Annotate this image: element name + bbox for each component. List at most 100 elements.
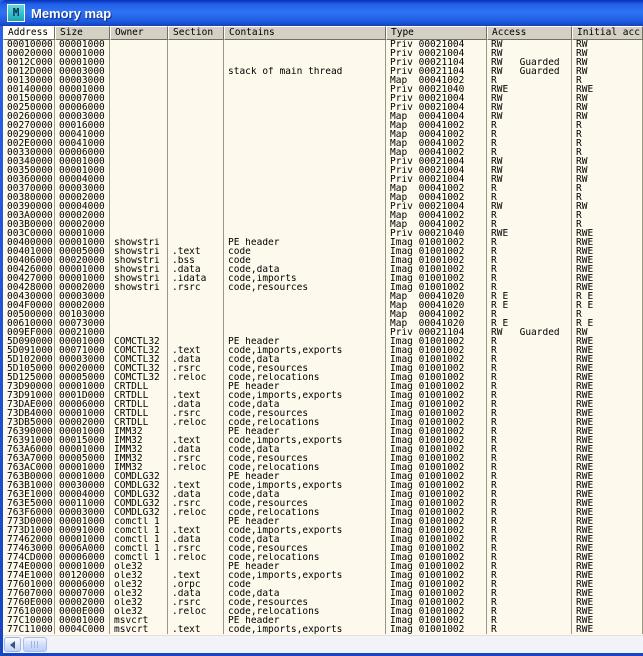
table-row[interactable]: 763E500000011000COMDLG32.rsrccode,resour… [3, 499, 643, 508]
cell-initial: RW [572, 202, 643, 211]
title-bar[interactable]: M Memory map [0, 0, 643, 26]
table-row[interactable]: 0040000000001000showstriPE headerImag 01… [3, 238, 643, 247]
table-row[interactable]: 773D100000091000comctl_1.textcode,import… [3, 526, 643, 535]
table-row[interactable]: 73D9000000001000CRTDLLPE headerImag 0100… [3, 382, 643, 391]
column-header-initial[interactable]: Initial acc [572, 26, 643, 40]
cell-initial: RWE [572, 373, 643, 382]
table-row[interactable]: 763E100000004000COMDLG32.datacode,dataIm… [3, 490, 643, 499]
table-row[interactable]: 0043000000003000Map 00041020R ER E [3, 292, 643, 301]
cell-initial: RW [572, 112, 643, 121]
column-header-access[interactable]: Access [487, 26, 572, 40]
cell-access: R [487, 463, 572, 472]
table-row[interactable]: 763F600000003000COMDLG32.reloccode,reloc… [3, 508, 643, 517]
table-row[interactable]: 763A700000005000IMM32.rsrccode,resources… [3, 454, 643, 463]
table-row[interactable]: 0040100000005000showstri.textcodeImag 01… [3, 247, 643, 256]
table-row[interactable]: 0050000000103000Map 00041002RR [3, 310, 643, 319]
table-row[interactable]: 776100000000E000ole32.reloccode,relocati… [3, 607, 643, 616]
table-row[interactable]: 774630000006A000comctl_1.rsrccode,resour… [3, 544, 643, 553]
table-row[interactable]: 003C000000001000Priv 00021040RWERWE [3, 229, 643, 238]
table-row[interactable]: 0014000000001000Priv 00021040RWERWE [3, 85, 643, 94]
table-row[interactable]: 0029000000041000Map 00041002RR [3, 130, 643, 139]
table-row[interactable]: 0042800000002000showstri.rsrccode,resour… [3, 283, 643, 292]
column-header-address[interactable]: Address [3, 26, 55, 40]
table-row[interactable]: 0035000000001000Priv 00021004RWRW [3, 166, 643, 175]
table-row[interactable]: 0012D00000003000stack of main threadPriv… [3, 67, 643, 76]
table-row[interactable]: 7639100000015000IMM32.textcode,imports,e… [3, 436, 643, 445]
cell-address: 77C10000 [3, 616, 55, 625]
table-row[interactable]: 77C1000000001000msvcrtPE headerImag 0100… [3, 616, 643, 625]
column-header-section[interactable]: Section [168, 26, 224, 40]
table-row[interactable]: 77C110000004C000msvcrt.textcode,imports,… [3, 625, 643, 634]
table-row[interactable]: 763B100000030000COMDLG32.textcode,import… [3, 481, 643, 490]
table-row[interactable]: 5D09000000001000COMCTL32PE headerImag 01… [3, 337, 643, 346]
table-row[interactable]: 7760E00000002000ole32.rsrccode,resources… [3, 598, 643, 607]
cell-contains: code,imports,exports [224, 571, 386, 580]
table-row[interactable]: 5D10500000020000COMCTL32.rsrccode,resour… [3, 364, 643, 373]
table-row[interactable]: 0001000000001000Priv 00021004RWRW [3, 40, 643, 49]
table-row[interactable]: 0025000000006000Priv 00021004RWRW [3, 103, 643, 112]
table-row[interactable]: 0040600000020000showstri.bsscodeImag 010… [3, 256, 643, 265]
table-row[interactable]: 5D09100000071000COMCTL32.textcode,import… [3, 346, 643, 355]
cell-contains: code,resources [224, 499, 386, 508]
table-row[interactable]: 0037000000003000Map 00041002RR [3, 184, 643, 193]
table-row[interactable]: 0042700000001000showstri.idatacode,impor… [3, 274, 643, 283]
table-row[interactable]: 0026000000003000Map 00041004RWRW [3, 112, 643, 121]
table-row[interactable]: 0061000000073000Map 00041020R ER E [3, 319, 643, 328]
cell-initial: RW [572, 40, 643, 49]
cell-section: .rsrc [168, 499, 224, 508]
table-row[interactable]: 0012C00000001000Priv 00021104RW GuardedR… [3, 58, 643, 67]
scrollbar-thumb[interactable] [23, 637, 47, 652]
table-row[interactable]: 763AC00000001000IMM32.reloccode,relocati… [3, 463, 643, 472]
table-row[interactable]: 774E100000120000ole32.textcode,imports,e… [3, 571, 643, 580]
cell-address: 77463000 [3, 544, 55, 553]
cell-size: 00015000 [55, 436, 110, 445]
cell-address: 00140000 [3, 85, 55, 94]
cell-section [168, 472, 224, 481]
cell-section: .reloc [168, 508, 224, 517]
table-row[interactable]: 0038000000002000Map 00041002RR [3, 193, 643, 202]
table-row[interactable]: 73D910000001D000CRTDLL.textcode,imports,… [3, 391, 643, 400]
column-header-owner[interactable]: Owner [110, 26, 168, 40]
table-row[interactable]: 0027000000016000Map 00041002RR [3, 121, 643, 130]
cell-owner: showstri [110, 274, 168, 283]
table-row[interactable]: 002E000000041000Map 00041002RR [3, 139, 643, 148]
table-row[interactable]: 7746200000001000comctl_1.datacode,dataIm… [3, 535, 643, 544]
table-row[interactable]: 774E000000001000ole32PE headerImag 01001… [3, 562, 643, 571]
table-row[interactable]: 73DAE00000006000CRTDLL.datacode,dataImag… [3, 400, 643, 409]
table-row[interactable]: 763A600000001000IMM32.datacode,dataImag … [3, 445, 643, 454]
cell-access: R [487, 247, 572, 256]
column-header-contains[interactable]: Contains [224, 26, 386, 40]
horizontal-scrollbar[interactable] [3, 635, 643, 653]
table-row[interactable]: 7760700000007000ole32.datacode,dataImag … [3, 589, 643, 598]
table-row[interactable]: 004F000000002000Map 00041020R ER E [3, 301, 643, 310]
table-row[interactable]: 7760100000006000ole32.orpccodeImag 01001… [3, 580, 643, 589]
table-row[interactable]: 0042600000001000showstri.datacode,dataIm… [3, 265, 643, 274]
table-row[interactable]: 7639000000001000IMM32PE headerImag 01001… [3, 427, 643, 436]
table-row[interactable]: 0002000000001000Priv 00021004RWRW [3, 49, 643, 58]
table-row[interactable]: 0034000000001000Priv 00021004RWRW [3, 157, 643, 166]
table-row[interactable]: 003A000000002000Map 00041002RR [3, 211, 643, 220]
cell-access: RW [487, 40, 572, 49]
table-row[interactable]: 73DB400000001000CRTDLL.rsrccode,resource… [3, 409, 643, 418]
column-header-type[interactable]: Type [386, 26, 487, 40]
cell-address: 0012C000 [3, 58, 55, 67]
table-row[interactable]: 0039000000004000Priv 00021004RWRW [3, 202, 643, 211]
table-row[interactable]: 0036000000004000Priv 00021004RWRW [3, 175, 643, 184]
table-row[interactable]: 773D000000001000comctl_1PE headerImag 01… [3, 517, 643, 526]
table-row[interactable]: 0033000000006000Map 00041002RR [3, 148, 643, 157]
cell-initial: RWE [572, 607, 643, 616]
table-row[interactable]: 5D10200000003000COMCTL32.datacode,dataIm… [3, 355, 643, 364]
cell-access: R [487, 274, 572, 283]
cell-size: 00001000 [55, 85, 110, 94]
table-row[interactable]: 003B000000002000Map 00041002RR [3, 220, 643, 229]
table-row[interactable]: 5D12500000005000COMCTL32.reloccode,reloc… [3, 373, 643, 382]
table-row[interactable]: 763B000000001000COMDLG32PE headerImag 01… [3, 472, 643, 481]
table-row[interactable]: 0015000000007000Priv 00021004RWRW [3, 94, 643, 103]
cell-section [168, 139, 224, 148]
table-row[interactable]: 774CD00000006000comctl_1.reloccode,reloc… [3, 553, 643, 562]
table-row[interactable]: 009EF00000021000Priv 00021104RW GuardedR… [3, 328, 643, 337]
scroll-left-button[interactable] [4, 637, 21, 652]
table-row[interactable]: 73DB500000002000CRTDLL.reloccode,relocat… [3, 418, 643, 427]
table-row[interactable]: 0013000000003000Map 00041002RR [3, 76, 643, 85]
column-header-size[interactable]: Size [55, 26, 110, 40]
